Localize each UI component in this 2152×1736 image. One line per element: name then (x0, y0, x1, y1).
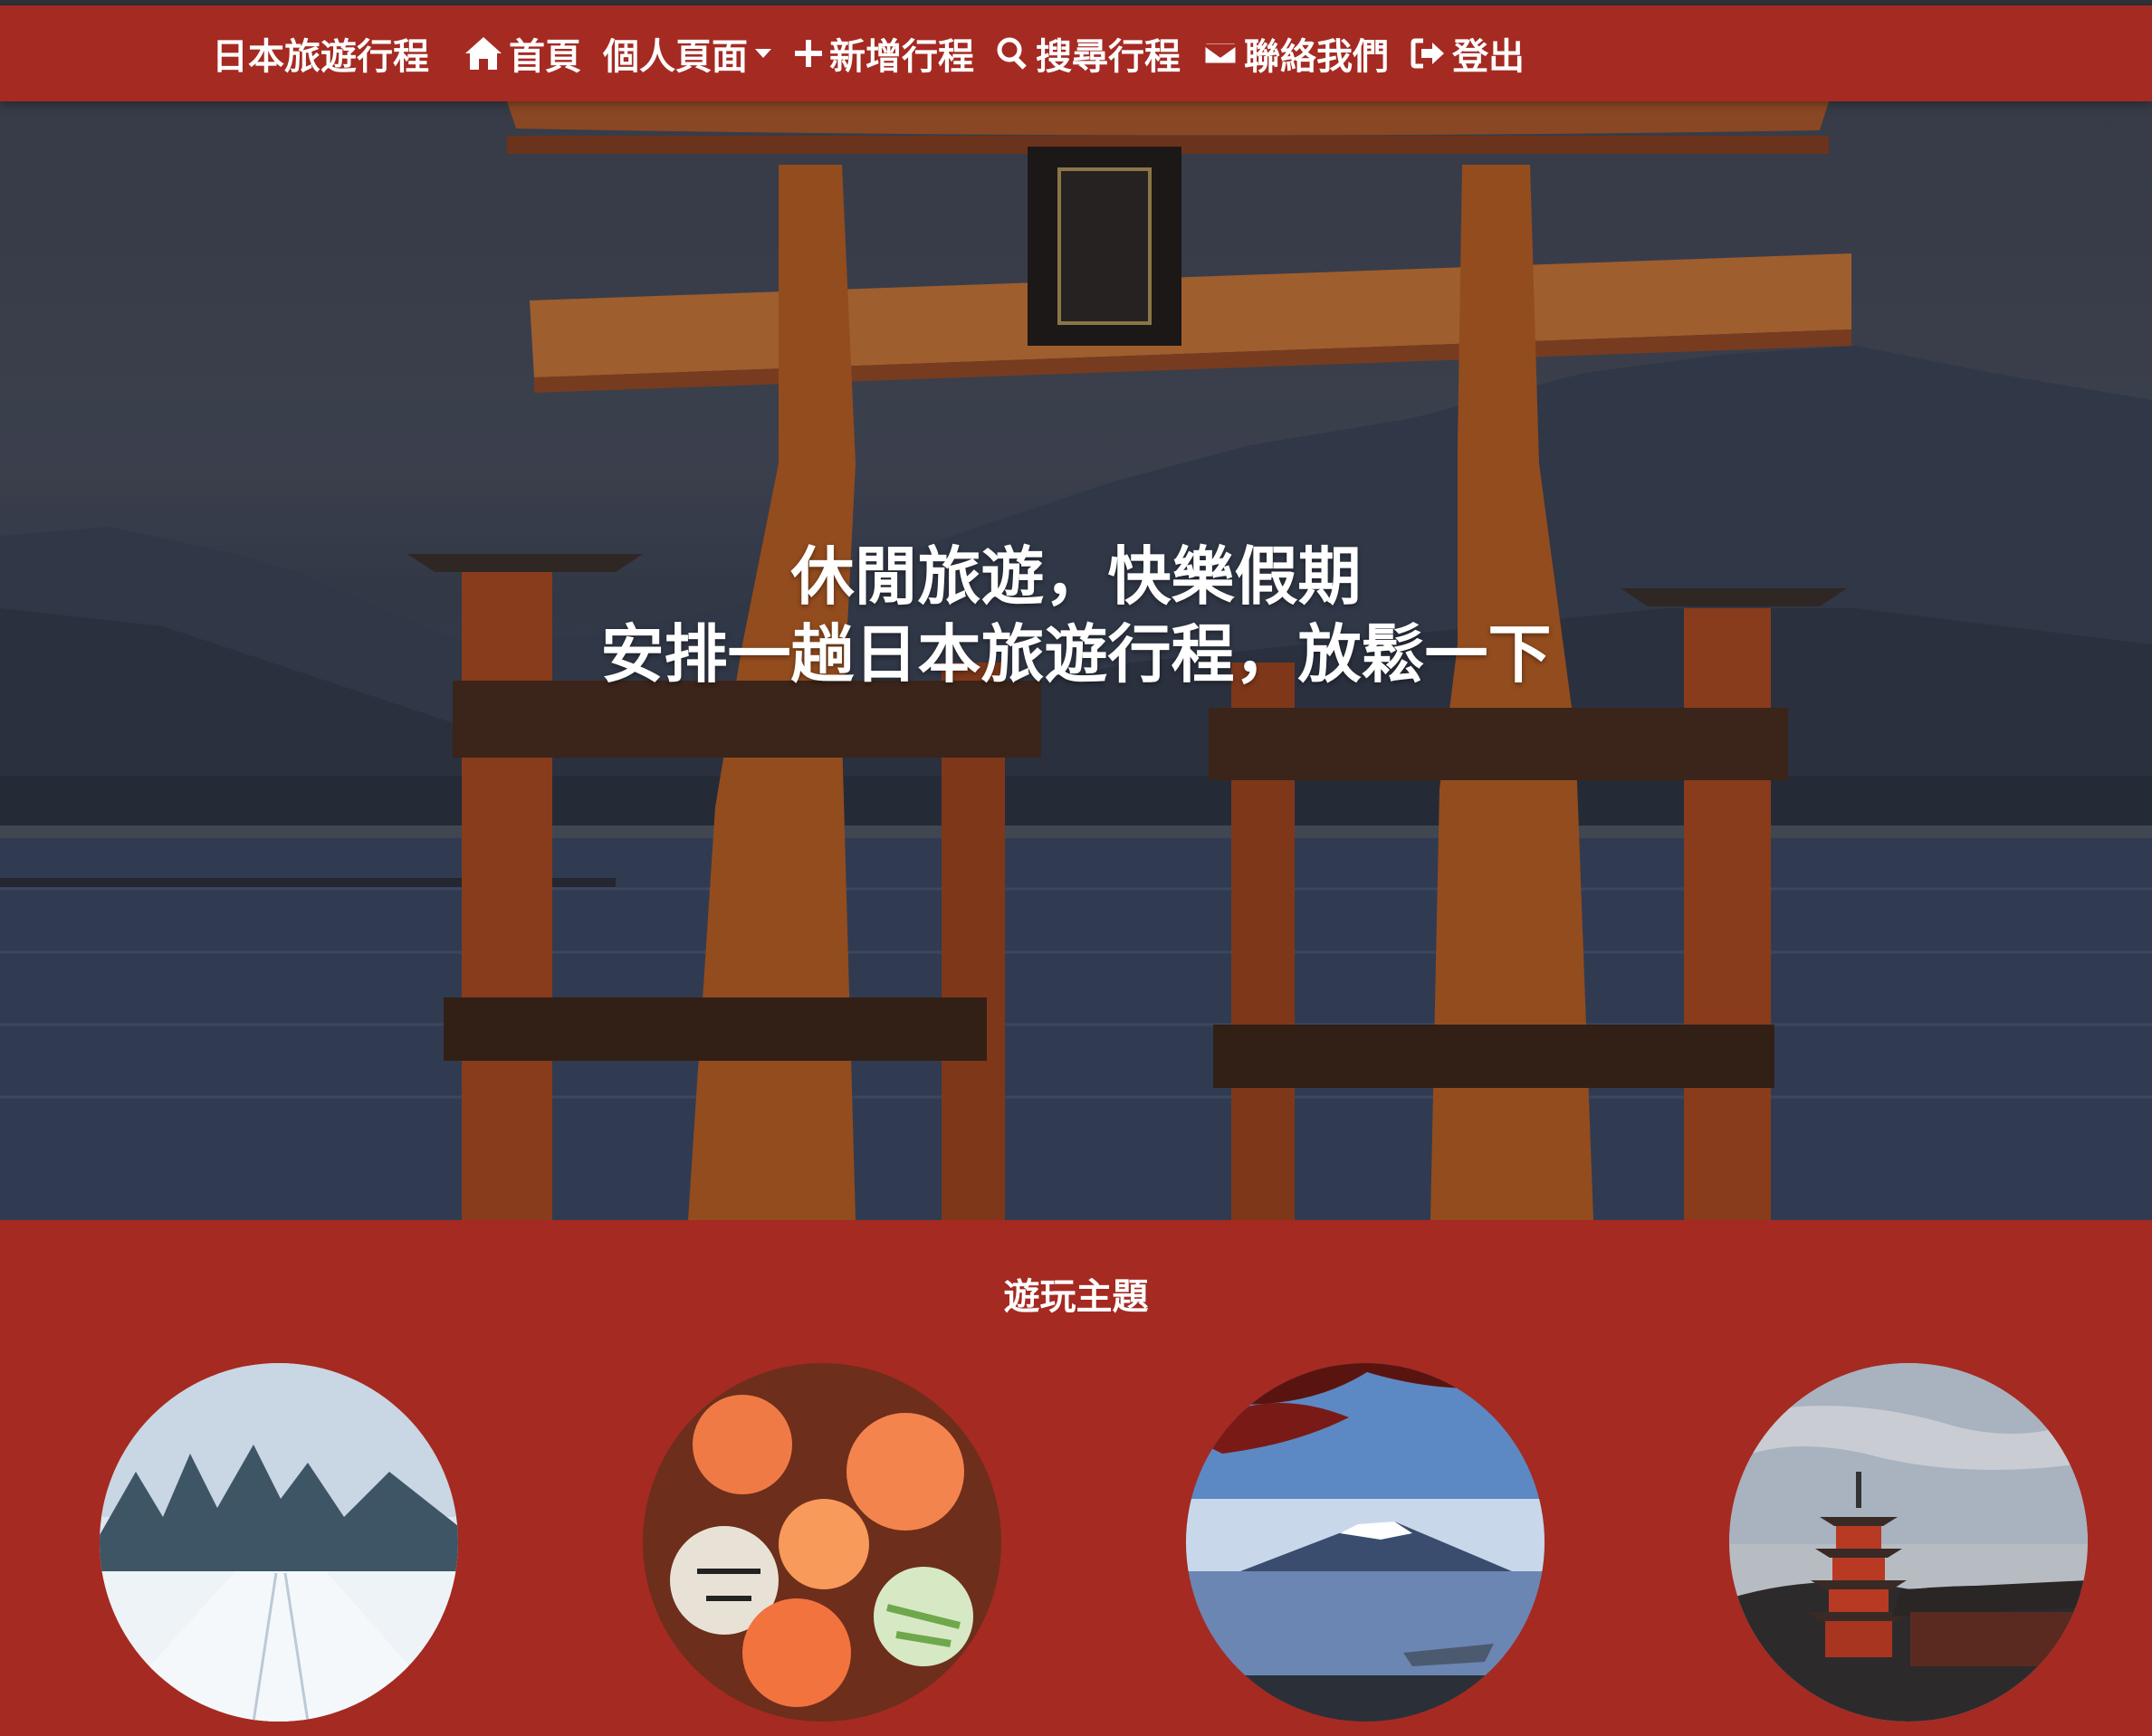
nav-add-trip-label: 新增行程 (829, 36, 974, 78)
theme-culture-card[interactable] (1729, 1363, 2088, 1722)
nav-home-link[interactable]: 首頁 (464, 27, 581, 80)
brand-link[interactable]: 日本旅遊行程 (212, 27, 429, 80)
theme-food-card[interactable] (643, 1363, 1001, 1722)
hero-line-2: 安排一趟日本旅遊行程，放鬆一下 (600, 617, 1552, 692)
themes-title: 遊玩主題 (1003, 1276, 1149, 1318)
chevron-down-icon (755, 49, 771, 58)
plus-icon (795, 40, 822, 67)
search-icon (997, 37, 1027, 70)
sushi-image (643, 1363, 1001, 1722)
sign-out-icon (1411, 38, 1444, 69)
snow-road-image (100, 1363, 458, 1722)
theme-nature-card[interactable] (1186, 1363, 1545, 1722)
nav-add-trip-link[interactable]: 新增行程 (793, 27, 974, 80)
nav-home-label: 首頁 (509, 36, 581, 78)
nav-profile-label: 個人頁面 (603, 36, 748, 78)
nav-search-trip-link[interactable]: 搜尋行程 (996, 27, 1181, 80)
nav-logout-link[interactable]: 登出 (1411, 27, 1525, 80)
hero-banner: 休閒旅遊，快樂假期 安排一趟日本旅遊行程，放鬆一下 (0, 101, 2152, 1220)
nav-items: 日本旅遊行程 首頁 個人頁面 新增行程 搜尋行程 聯絡我們 登出 (212, 5, 1546, 101)
themes-section: 遊玩主題 (0, 1220, 2152, 1736)
theme-snow-card[interactable] (100, 1363, 458, 1722)
navbar: 日本旅遊行程 首頁 個人頁面 新增行程 搜尋行程 聯絡我們 登出 (0, 5, 2152, 101)
nav-contact-link[interactable]: 聯絡我們 (1202, 27, 1389, 80)
envelope-icon (1202, 41, 1239, 66)
nav-profile-dropdown[interactable]: 個人頁面 (603, 27, 771, 80)
pagoda-temple-image (1729, 1363, 2088, 1722)
mount-fuji-image (1186, 1363, 1545, 1722)
home-icon (465, 37, 502, 70)
nav-logout-label: 登出 (1452, 36, 1525, 78)
nav-search-trip-label: 搜尋行程 (1036, 36, 1181, 78)
hero-slogan: 休閒旅遊，快樂假期 安排一趟日本旅遊行程，放鬆一下 (0, 538, 2152, 693)
nav-contact-label: 聯絡我們 (1244, 36, 1389, 78)
hero-line-1: 休閒旅遊，快樂假期 (790, 539, 1362, 614)
